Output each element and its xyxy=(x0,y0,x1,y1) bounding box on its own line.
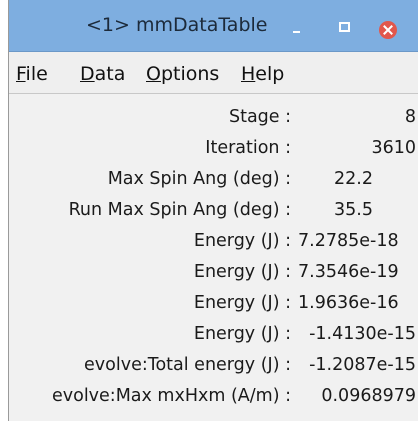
row-label: Energy (J) : xyxy=(193,293,291,313)
row-value: 7.3546e-19 xyxy=(298,262,399,282)
menu-options[interactable]: Options xyxy=(146,63,219,85)
menu-help[interactable]: Help xyxy=(241,63,284,85)
data-row-energy-2: Energy (J) : 7.3546e-19 xyxy=(9,256,418,288)
row-label: Energy (J) : xyxy=(193,324,291,344)
data-row-stage: Stage : 8 xyxy=(9,101,418,133)
data-row-evolve-total-energy: evolve:Total energy (J) : -1.2087e-15 xyxy=(9,349,418,381)
menu-file-mnemonic: F xyxy=(16,63,26,85)
row-label: Energy (J) : xyxy=(193,262,291,282)
data-row-max-spin-ang: Max Spin Ang (deg) : 22.2 xyxy=(9,163,418,195)
row-value: -1.4130e-15 xyxy=(309,324,416,344)
title-bar[interactable]: <1> mmDataTable xyxy=(9,0,418,52)
row-value: 1.9636e-16 xyxy=(298,293,399,313)
row-value: 7.2785e-18 xyxy=(298,231,399,251)
row-label: Run Max Spin Ang (deg) : xyxy=(68,200,291,220)
row-value: -1.2087e-15 xyxy=(309,355,416,375)
row-label: Iteration : xyxy=(205,138,291,158)
menu-data-mnemonic: D xyxy=(80,63,95,85)
close-icon[interactable] xyxy=(379,21,397,39)
window-title: <1> mmDataTable xyxy=(86,14,268,36)
menu-bar: File Data Options Help xyxy=(9,52,418,94)
mmdatatable-window: <1> mmDataTable File Data Options Help S… xyxy=(8,0,418,421)
menu-options-label: ptions xyxy=(160,63,220,85)
row-value: 22.2 xyxy=(334,169,373,189)
menu-help-label: elp xyxy=(255,63,285,85)
menu-options-mnemonic: O xyxy=(146,63,161,85)
data-row-run-max-spin-ang: Run Max Spin Ang (deg) : 35.5 xyxy=(9,194,418,226)
data-table: Stage : 8 Iteration : 3610 Max Spin Ang … xyxy=(9,94,418,421)
row-value: 8 xyxy=(404,107,416,127)
menu-file[interactable]: File xyxy=(16,63,48,85)
minimize-icon[interactable] xyxy=(289,18,309,38)
maximize-icon[interactable] xyxy=(336,18,356,38)
row-value: 3610 xyxy=(371,138,416,158)
row-label: Stage : xyxy=(228,107,291,127)
data-row-energy-1: Energy (J) : 7.2785e-18 xyxy=(9,225,418,257)
data-row-evolve-max-mxhxm: evolve:Max mxHxm (A/m) : 0.0968979 xyxy=(9,380,418,412)
row-label: Energy (J) : xyxy=(193,231,291,251)
row-label: evolve:Max mxHxm (A/m) : xyxy=(51,386,291,406)
menu-help-mnemonic: H xyxy=(241,63,256,85)
data-row-energy-4: Energy (J) : -1.4130e-15 xyxy=(9,318,418,350)
row-value: 35.5 xyxy=(334,200,373,220)
data-row-iteration: Iteration : 3610 xyxy=(9,132,418,164)
row-value: 0.0968979 xyxy=(321,386,416,406)
menu-data[interactable]: Data xyxy=(80,63,125,85)
menu-file-label: ile xyxy=(25,63,48,85)
menu-data-label: ata xyxy=(94,63,126,85)
row-label: Max Spin Ang (deg) : xyxy=(107,169,291,189)
row-label: evolve:Total energy (J) : xyxy=(84,355,291,375)
data-row-energy-3: Energy (J) : 1.9636e-16 xyxy=(9,287,418,319)
